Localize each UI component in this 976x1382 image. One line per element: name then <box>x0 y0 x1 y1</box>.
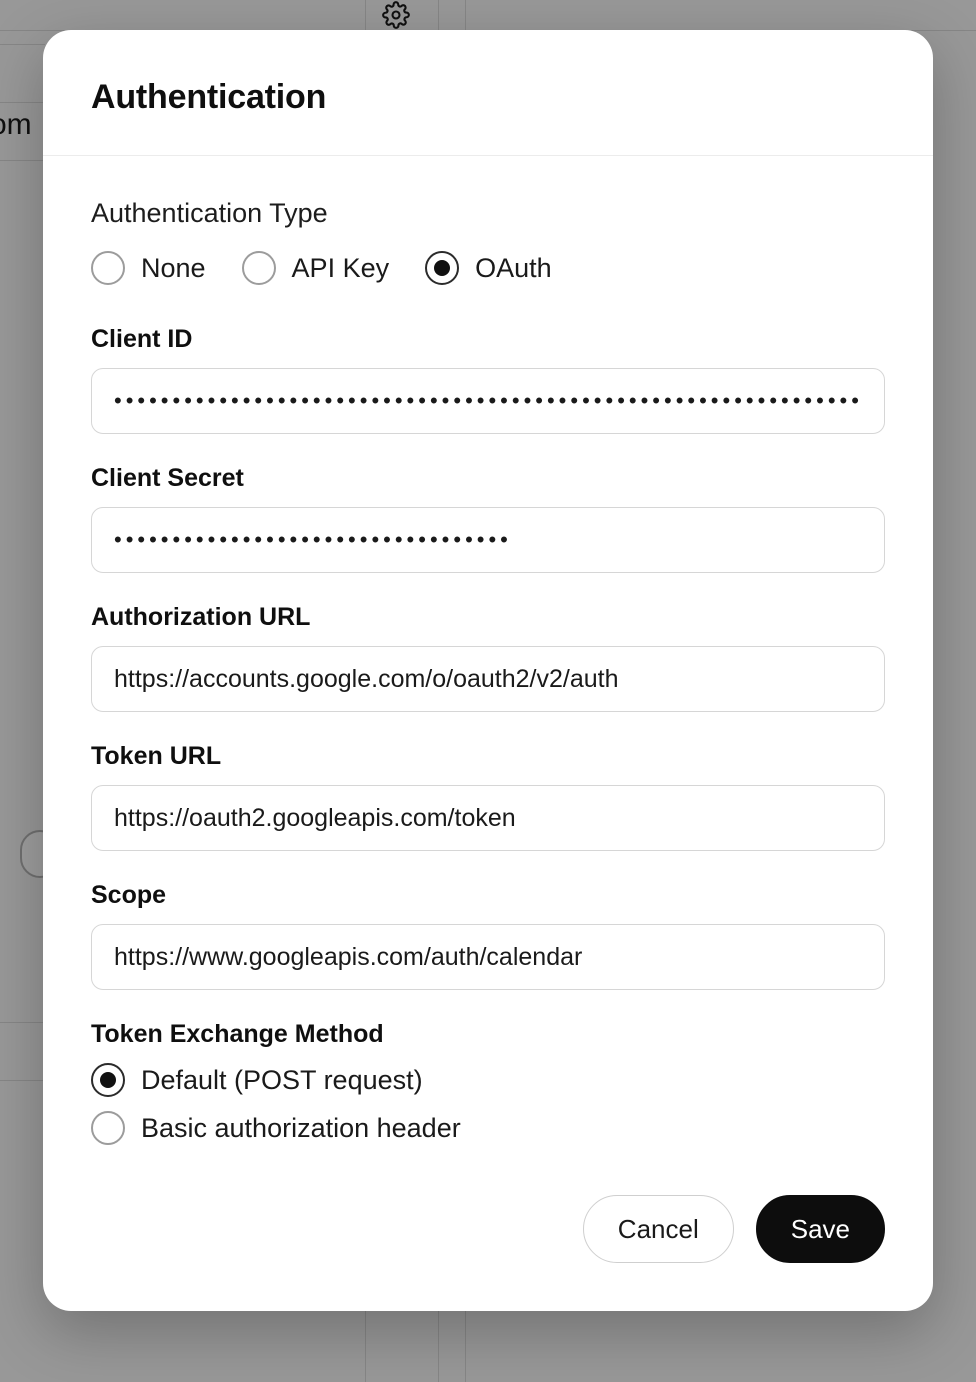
client-secret-input[interactable] <box>91 507 885 573</box>
radio-label: API Key <box>292 253 390 284</box>
token-exchange-default[interactable]: Default (POST request) <box>91 1063 885 1097</box>
auth-type-radio-group: None API Key OAuth <box>91 251 885 285</box>
scope-input[interactable] <box>91 924 885 990</box>
radio-label: None <box>141 253 206 284</box>
modal-footer: Cancel Save <box>43 1155 933 1311</box>
cancel-button[interactable]: Cancel <box>583 1195 734 1263</box>
save-button[interactable]: Save <box>756 1195 885 1263</box>
authorization-url-label: Authorization URL <box>91 603 885 632</box>
client-id-input[interactable] <box>91 368 885 434</box>
radio-icon <box>425 251 459 285</box>
auth-type-oauth[interactable]: OAuth <box>425 251 552 285</box>
auth-type-api-key[interactable]: API Key <box>242 251 390 285</box>
client-secret-label: Client Secret <box>91 464 885 493</box>
radio-icon <box>242 251 276 285</box>
modal-title: Authentication <box>91 78 885 117</box>
token-url-label: Token URL <box>91 742 885 771</box>
auth-type-none[interactable]: None <box>91 251 206 285</box>
modal-body: Authentication Type None API Key OAuth C… <box>43 156 933 1155</box>
token-exchange-basic[interactable]: Basic authorization header <box>91 1111 885 1145</box>
token-exchange-label: Token Exchange Method <box>91 1020 885 1049</box>
radio-icon <box>91 251 125 285</box>
modal-header: Authentication <box>43 30 933 156</box>
radio-label: OAuth <box>475 253 552 284</box>
radio-icon <box>91 1111 125 1145</box>
token-exchange-radio-group: Default (POST request) Basic authorizati… <box>91 1063 885 1145</box>
authorization-url-input[interactable] <box>91 646 885 712</box>
authentication-modal: Authentication Authentication Type None … <box>43 30 933 1311</box>
token-url-input[interactable] <box>91 785 885 851</box>
radio-label: Basic authorization header <box>141 1113 461 1144</box>
scope-label: Scope <box>91 881 885 910</box>
radio-icon <box>91 1063 125 1097</box>
client-id-label: Client ID <box>91 325 885 354</box>
auth-type-label: Authentication Type <box>91 198 885 229</box>
radio-label: Default (POST request) <box>141 1065 423 1096</box>
